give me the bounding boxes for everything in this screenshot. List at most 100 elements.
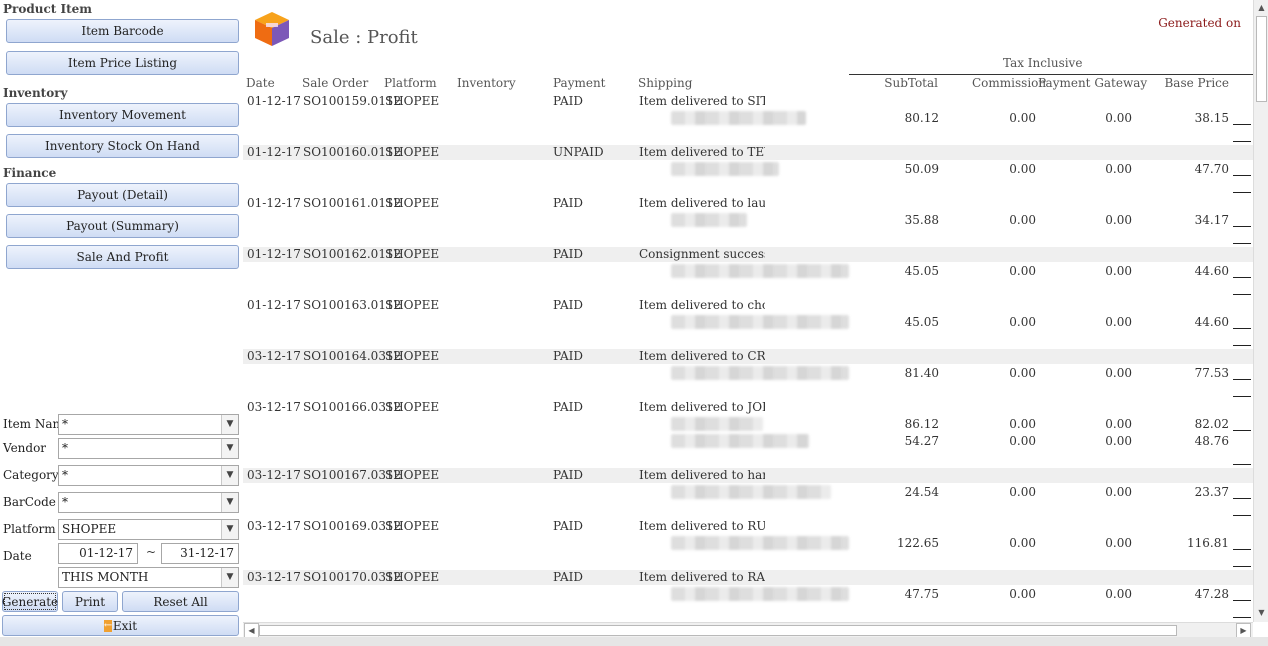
row-commission: 0.00 [1009, 213, 1036, 227]
payout-detail-button[interactable]: Payout (Detail) [6, 183, 239, 207]
platform-select[interactable]: SHOPEE ▼ [58, 519, 239, 540]
date-from-input[interactable]: 01-12-17 [58, 543, 138, 564]
item-price-listing-button[interactable]: Item Price Listing [6, 51, 239, 75]
report-title: Sale : Profit [310, 27, 418, 48]
row-subtotal: 86.12 [904, 417, 939, 431]
exit-button[interactable]: ← Exit [2, 615, 239, 636]
chevron-down-icon[interactable]: ▼ [221, 439, 238, 458]
vertical-scroll-thumb[interactable] [1256, 16, 1267, 102]
row-payment: PAID [553, 468, 583, 482]
row-base-price-2: 48.76 [1194, 434, 1229, 448]
item-name-value: * [62, 417, 68, 431]
generate-button[interactable]: Generate [2, 591, 58, 612]
section-inventory: Inventory [3, 86, 68, 100]
row-divider [1233, 124, 1251, 125]
redacted-address [671, 485, 831, 499]
horizontal-scrollbar[interactable]: ◀ ▶ [243, 622, 1253, 638]
date-to-input[interactable]: 31-12-17 [161, 543, 239, 564]
scroll-up-icon[interactable]: ▲ [1254, 0, 1268, 15]
vendor-value: * [62, 441, 68, 455]
row-base-price: 77.53 [1194, 366, 1229, 380]
row-divider [1233, 226, 1251, 227]
reset-all-button[interactable]: Reset All [122, 591, 239, 612]
scroll-right-icon[interactable]: ▶ [1236, 623, 1251, 638]
chevron-down-icon[interactable]: ▼ [221, 415, 238, 434]
chevron-down-icon[interactable]: ▼ [221, 466, 238, 485]
row-subtotal: 50.09 [904, 162, 939, 176]
row-gateway: 0.00 [1105, 366, 1132, 380]
row-commission: 0.00 [1009, 315, 1036, 329]
row-gateway: 0.00 [1105, 213, 1132, 227]
row-subtotal: 24.54 [904, 485, 939, 499]
table-row[interactable]: 03-12-17 SO100164.0312 SHOPEE PAID Item … [243, 349, 1253, 400]
barcode-select[interactable]: * ▼ [58, 492, 239, 513]
redacted-address [671, 162, 779, 176]
redacted-address [671, 536, 849, 550]
row-shipping: Item delivered to JOKO [639, 400, 765, 414]
row-base-price: 47.70 [1194, 162, 1229, 176]
row-date: 03-12-17 [247, 570, 301, 584]
sale-and-profit-button[interactable]: Sale And Profit [6, 245, 239, 269]
row-divider [1233, 566, 1251, 567]
table-row[interactable]: 03-12-17 SO100169.0312 SHOPEE PAID Item … [243, 519, 1253, 570]
row-gateway-2: 0.00 [1105, 434, 1132, 448]
row-commission: 0.00 [1009, 111, 1036, 125]
row-shipping: Item delivered to TEY LA [639, 145, 765, 159]
row-divider [1233, 515, 1251, 516]
row-gateway: 0.00 [1105, 111, 1132, 125]
table-row[interactable]: 01-12-17 SO100159.0112 SHOPEE PAID Item … [243, 94, 1253, 145]
row-divider [1233, 345, 1251, 346]
table-row[interactable]: 03-12-17 SO100166.0312 SHOPEE PAID Item … [243, 400, 1253, 468]
vertical-scrollbar[interactable]: ▲ ▼ [1253, 0, 1268, 622]
box-logo-icon [255, 12, 289, 46]
row-commission: 0.00 [1009, 536, 1036, 550]
row-divider [1233, 464, 1251, 465]
row-date: 01-12-17 [247, 94, 301, 108]
chevron-down-icon[interactable]: ▼ [221, 568, 238, 587]
table-row[interactable]: 01-12-17 SO100161.0112 SHOPEE PAID Item … [243, 196, 1253, 247]
row-divider [1233, 175, 1251, 176]
table-row[interactable]: 03-12-17 SO100167.0312 SHOPEE PAID Item … [243, 468, 1253, 519]
item-name-select[interactable]: * ▼ [58, 414, 239, 435]
payout-summary-button[interactable]: Payout (Summary) [6, 214, 239, 238]
report-area: Sale : Profit Generated on Tax Inclusive… [243, 0, 1253, 622]
row-subtotal-2: 54.27 [904, 434, 939, 448]
print-button[interactable]: Print [62, 591, 118, 612]
row-commission-2: 0.00 [1009, 434, 1036, 448]
redacted-address [671, 434, 809, 448]
horizontal-scroll-thumb[interactable] [259, 625, 1177, 636]
table-row[interactable]: 01-12-17 SO100160.0112 SHOPEE UNPAID Ite… [243, 145, 1253, 196]
row-shipping: Item delivered to RUHAN [639, 519, 765, 533]
scroll-left-icon[interactable]: ◀ [244, 623, 259, 638]
row-gateway: 0.00 [1105, 162, 1132, 176]
row-divider [1233, 498, 1251, 499]
row-date: 03-12-17 [247, 468, 301, 482]
item-barcode-button[interactable]: Item Barcode [6, 19, 239, 43]
exit-arrow-icon: ← [103, 619, 113, 632]
col-payment-gateway: Payment Gateway [1038, 76, 1148, 90]
period-select[interactable]: THIS MONTH ▼ [58, 567, 239, 588]
row-shipping: Item delivered to lau ah ch [639, 196, 765, 210]
table-row[interactable]: 01-12-17 SO100162.0112 SHOPEE PAID Consi… [243, 247, 1253, 298]
vendor-select[interactable]: * ▼ [58, 438, 239, 459]
row-base-price: 34.17 [1194, 213, 1229, 227]
col-payment: Payment [553, 76, 606, 90]
inventory-stock-on-hand-button[interactable]: Inventory Stock On Hand [6, 134, 239, 158]
table-row[interactable]: 03-12-17 SO100170.0312 SHOPEE PAID Item … [243, 570, 1253, 621]
row-divider [1233, 141, 1251, 142]
row-shipping: Item delivered to choo [639, 298, 765, 312]
row-base-price: 44.60 [1194, 315, 1229, 329]
inventory-movement-button[interactable]: Inventory Movement [6, 103, 239, 127]
category-select[interactable]: * ▼ [58, 465, 239, 486]
row-gateway: 0.00 [1105, 264, 1132, 278]
row-gateway: 0.00 [1105, 315, 1132, 329]
chevron-down-icon[interactable]: ▼ [221, 520, 238, 539]
scroll-down-icon[interactable]: ▼ [1254, 605, 1268, 620]
row-divider [1233, 192, 1251, 193]
row-platform: SHOPEE [385, 400, 440, 414]
row-subtotal: 45.05 [904, 315, 939, 329]
row-subtotal: 81.40 [904, 366, 939, 380]
col-inventory: Inventory [457, 76, 516, 90]
chevron-down-icon[interactable]: ▼ [221, 493, 238, 512]
table-row[interactable]: 01-12-17 SO100163.0112 SHOPEE PAID Item … [243, 298, 1253, 349]
